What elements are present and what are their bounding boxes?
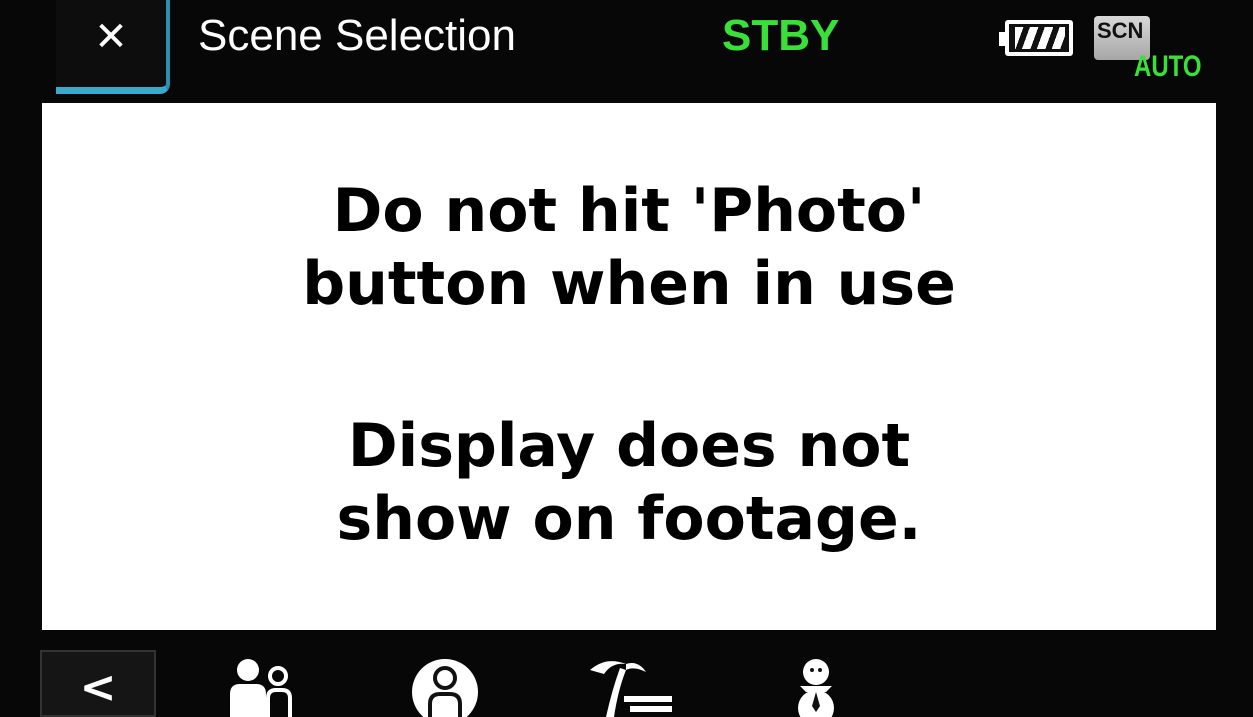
scene-badge-label: SCN bbox=[1097, 18, 1144, 43]
screen-title: Scene Selection bbox=[198, 11, 516, 60]
chevron-left-icon: < bbox=[79, 662, 117, 713]
scroll-back-button[interactable]: < bbox=[40, 650, 156, 717]
snow-icon[interactable] bbox=[786, 656, 846, 717]
info-message: Display does not show on footage. bbox=[42, 410, 1216, 556]
battery-icon bbox=[999, 20, 1073, 56]
beach-icon[interactable] bbox=[586, 656, 676, 717]
scene-mode-value: AUTO bbox=[1134, 50, 1202, 83]
message-panel: Do not hit 'Photo' button when in use Di… bbox=[42, 103, 1216, 630]
status-indicator: STBY bbox=[722, 11, 840, 60]
camera-screen: ✕ Scene Selection STBY SCN AUTO Do not h… bbox=[0, 0, 1253, 717]
battery-level bbox=[1015, 27, 1065, 49]
message-line: Do not hit 'Photo' bbox=[332, 176, 926, 246]
message-line: Display does not bbox=[347, 411, 911, 481]
close-icon: ✕ bbox=[94, 13, 128, 60]
warning-message: Do not hit 'Photo' button when in use bbox=[42, 175, 1216, 321]
message-line: button when in use bbox=[302, 249, 956, 319]
message-line: show on footage. bbox=[336, 484, 922, 554]
portrait-icon[interactable] bbox=[408, 656, 482, 717]
close-button[interactable]: ✕ bbox=[56, 0, 170, 94]
portrait-group-icon[interactable] bbox=[226, 656, 296, 717]
